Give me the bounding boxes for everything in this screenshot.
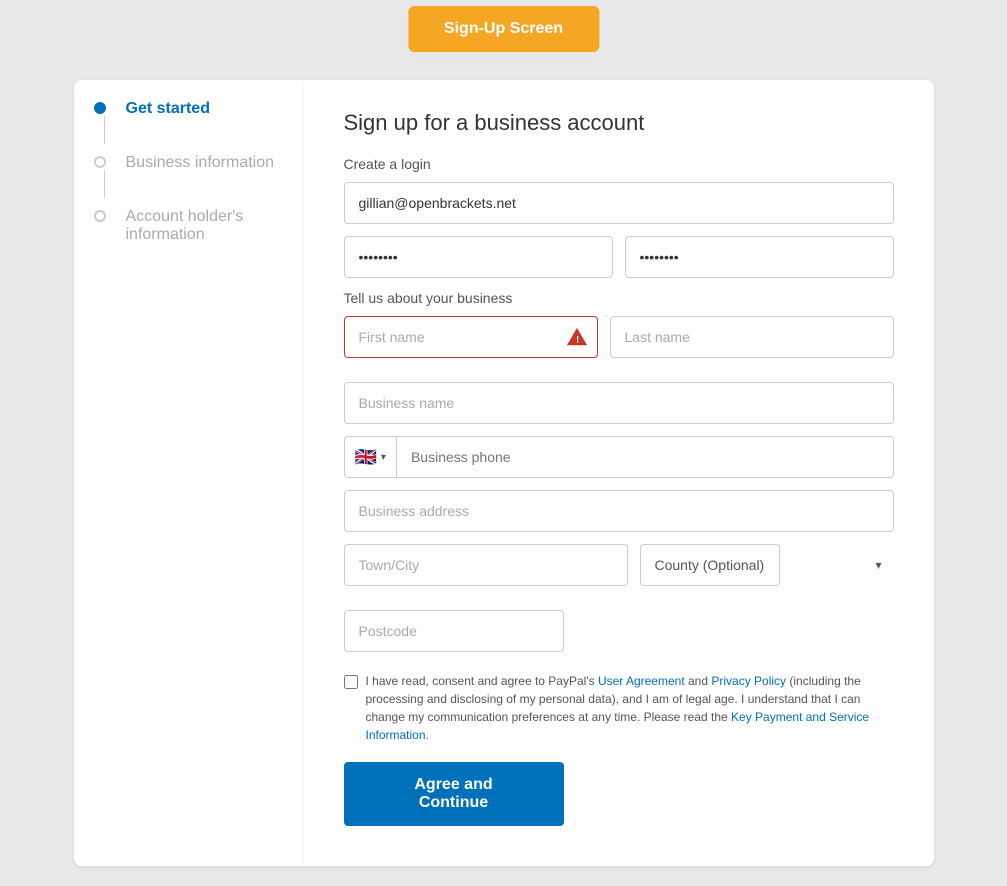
sidebar-item-business-information: Business information (94, 154, 284, 200)
page-title: Sign up for a business account (344, 110, 894, 136)
sidebar-dot-business-info (94, 156, 106, 168)
privacy-policy-link[interactable]: Privacy Policy (711, 674, 786, 688)
sidebar-item-account-holder: Account holder's information (94, 208, 284, 244)
business-address-field[interactable] (344, 490, 894, 532)
county-select[interactable]: County (Optional) (640, 544, 780, 586)
postcode-field[interactable] (344, 610, 564, 652)
county-chevron-icon: ▾ (875, 558, 881, 572)
phone-field[interactable] (397, 437, 893, 477)
sidebar-label-get-started: Get started (126, 100, 210, 117)
phone-chevron-icon: ▾ (381, 452, 386, 463)
error-icon: ! (566, 326, 588, 348)
email-field[interactable] (344, 182, 894, 224)
main-content: Sign up for a business account Create a … (304, 80, 934, 866)
svg-text:!: ! (576, 335, 579, 345)
sidebar-connector-2 (104, 170, 105, 198)
signup-screen-button[interactable]: Sign-Up Screen (408, 6, 599, 52)
town-city-field[interactable] (344, 544, 628, 586)
sidebar-label-business-info: Business information (126, 154, 275, 171)
consent-text: I have read, consent and agree to PayPal… (366, 672, 894, 744)
sidebar-dot-get-started (94, 102, 106, 114)
business-section-label: Tell us about your business (344, 290, 894, 306)
consent-checkbox[interactable] (344, 675, 358, 689)
phone-flag-selector[interactable]: 🇬🇧 ▾ (345, 437, 397, 477)
confirm-password-field[interactable] (625, 236, 894, 278)
phone-row: 🇬🇧 ▾ (344, 436, 894, 478)
agree-continue-button[interactable]: Agree and Continue (344, 762, 564, 826)
password-field[interactable] (344, 236, 613, 278)
county-wrapper: County (Optional) ▾ (640, 544, 894, 586)
last-name-field[interactable] (610, 316, 894, 358)
first-name-field[interactable] (344, 316, 598, 358)
business-name-field[interactable] (344, 382, 894, 424)
sidebar-label-account-holder: Account holder's information (126, 208, 244, 243)
key-payment-link[interactable]: Key Payment and Service Information (366, 710, 870, 742)
sidebar-dot-account-holder (94, 210, 106, 222)
sidebar-item-get-started: Get started (94, 100, 284, 146)
sidebar-connector-1 (104, 116, 105, 144)
consent-section: I have read, consent and agree to PayPal… (344, 672, 894, 744)
create-login-label: Create a login (344, 156, 894, 172)
sidebar: Get started Business information (74, 80, 304, 866)
flag-icon: 🇬🇧 (355, 447, 377, 468)
first-name-wrapper: ! (344, 316, 598, 358)
user-agreement-link[interactable]: User Agreement (598, 674, 685, 688)
